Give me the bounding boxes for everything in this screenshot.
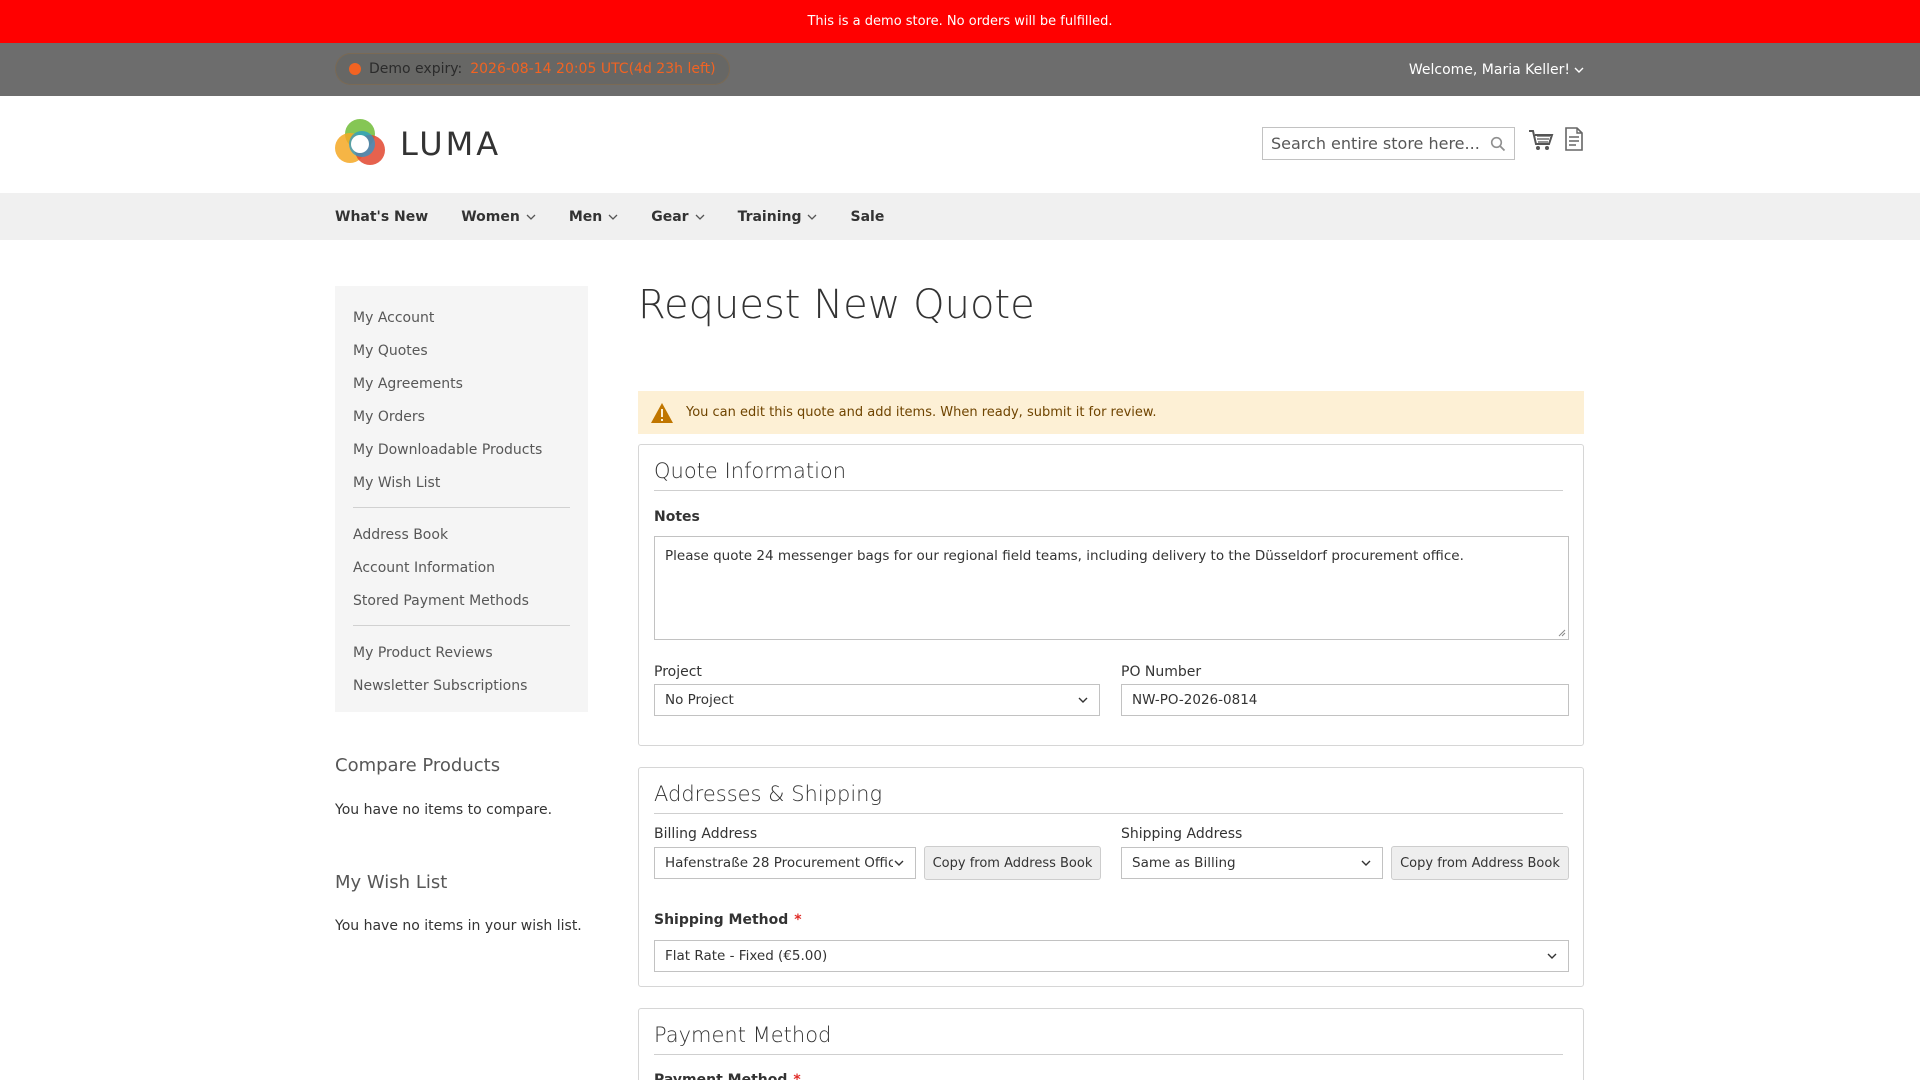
nav-item-training[interactable]: Training [738,209,818,225]
billing-address-select[interactable]: Hafenstraße 28 Procurement Office [654,847,916,879]
chevron-down-icon [1361,860,1371,866]
search-placeholder: Search entire store here... [1271,134,1480,153]
billing-address-label: Billing Address [654,826,758,842]
required-indicator: * [794,912,802,928]
site-header: LUMA Search entire store here... [0,96,1920,193]
section-divider [654,813,1563,814]
sidebar-item-my-agreements[interactable]: My Agreements [335,367,588,400]
search-icon[interactable] [1490,136,1506,152]
shipping-copy-from-address-book-button[interactable]: Copy from Address Book [1391,846,1569,880]
payment-method-label: Payment Method * [654,1072,801,1080]
chevron-down-icon [808,214,817,220]
shipping-address-label: Shipping Address [1121,826,1243,842]
welcome-text: Welcome, Maria Keller! [1408,61,1570,78]
required-indicator: * [793,1072,801,1080]
section-title: Addresses & Shipping [654,782,883,806]
chevron-down-icon [608,214,618,220]
quote-information-section: Quote Information Notes Please quote 24 … [638,444,1584,746]
nav-label: Men [568,208,603,225]
section-title: Payment Method [654,1023,832,1047]
chevron-down-icon [1574,67,1584,73]
sidebar-item-account-information[interactable]: Account Information [335,551,588,584]
warning-message: You can edit this quote and add items. W… [638,391,1584,434]
po-number-value: NW-PO-2026-0814 [1132,692,1258,708]
shipping-method-label-text: Shipping Method [654,912,789,928]
po-number-input[interactable]: NW-PO-2026-0814 [1121,684,1569,716]
expiry-time-left: (4d 23h left) [628,61,716,77]
nav-item-sale[interactable]: Sale [850,209,884,225]
compare-products-title: Compare Products [335,755,501,776]
wish-list-empty: You have no items in your wish list. [335,918,582,934]
chevron-down-icon [526,214,536,220]
demo-expiry-badge: Demo expiry: 2026-08-14 20:05 UTC(4d 23h… [335,53,730,85]
chevron-down-icon [894,860,904,866]
nav-item-whats-new[interactable]: What's New [335,209,428,225]
sidebar-item-newsletter-subscriptions[interactable]: Newsletter Subscriptions [335,669,588,702]
nav-label: Sale [850,208,885,225]
project-select[interactable]: No Project [654,684,1100,716]
chevron-down-icon [695,214,705,220]
shipping-method-label: Shipping Method * [654,912,802,928]
section-divider [654,1054,1563,1055]
panel-header: Demo expiry: 2026-08-14 20:05 UTC(4d 23h… [0,43,1920,96]
warning-text: You can edit this quote and add items. W… [686,405,1157,420]
sidebar-item-product-reviews[interactable]: My Product Reviews [335,636,588,669]
section-title: Quote Information [654,459,847,483]
nav-item-women[interactable]: Women [461,209,536,225]
nav-label: What's New [335,208,429,225]
warning-icon [651,402,673,423]
account-sidebar: My Account My Quotes My Agreements My Or… [335,286,588,712]
sidebar-item-address-book[interactable]: Address Book [335,518,588,551]
sidebar-item-my-wish-list[interactable]: My Wish List [335,466,588,499]
luma-logo-icon [335,119,385,165]
chevron-down-icon [1547,953,1557,959]
billing-address-selected-value: Hafenstraße 28 Procurement Office [665,855,893,871]
project-selected-value: No Project [665,692,734,708]
payment-method-section: Payment Method Payment Method * [638,1008,1584,1080]
resize-handle-icon[interactable] [1558,629,1566,637]
payment-method-label-text: Payment Method [654,1072,788,1080]
nav-label: Gear [651,208,689,225]
demo-notice-text: This is a demo store. No orders will be … [807,14,1113,29]
compare-products-empty: You have no items to compare. [335,802,553,818]
shipping-address-selected-value: Same as Billing [1132,855,1236,871]
wish-list-title: My Wish List [335,872,448,893]
expiry-indicator-icon [349,63,361,75]
cart-icon[interactable] [1528,127,1554,153]
nav-label: Women [461,208,520,225]
sidebar-item-stored-payment-methods[interactable]: Stored Payment Methods [335,584,588,617]
billing-copy-from-address-book-button[interactable]: Copy from Address Book [924,846,1101,880]
nav-label: Training [737,208,802,225]
logo-text: LUMA [400,125,502,163]
notes-value: Please quote 24 messenger bags for our r… [665,548,1464,564]
nav-item-men[interactable]: Men [569,209,618,225]
expiry-date: 2026-08-14 20:05 UTC [470,61,629,77]
sidebar-item-my-orders[interactable]: My Orders [335,400,588,433]
store-logo[interactable]: LUMA [334,118,501,170]
page-title: Request New Quote [638,282,1035,328]
project-label: Project [654,664,702,680]
notes-label: Notes [654,509,700,525]
customer-menu-toggle[interactable]: Welcome, Maria Keller! [1409,43,1584,96]
chevron-down-icon [1078,697,1088,703]
main-navigation: What's New Women Men Gear Training Sale [0,193,1920,240]
section-divider [654,490,1563,491]
sidebar-item-downloadable-products[interactable]: My Downloadable Products [335,433,588,466]
shipping-method-select[interactable]: Flat Rate - Fixed (€5.00) [654,940,1569,972]
sidebar-item-my-account[interactable]: My Account [335,301,588,334]
po-number-label: PO Number [1121,664,1202,680]
quote-cart-icon[interactable] [1563,126,1585,152]
expiry-label: Demo expiry: [369,61,463,77]
nav-item-gear[interactable]: Gear [651,208,705,225]
search-input[interactable]: Search entire store here... [1262,127,1515,160]
addresses-shipping-section: Addresses & Shipping Billing Address Haf… [638,767,1584,987]
demo-store-notice: This is a demo store. No orders will be … [0,0,1920,43]
sidebar-divider [353,625,570,626]
shipping-address-select[interactable]: Same as Billing [1121,847,1383,879]
shipping-method-selected-value: Flat Rate - Fixed (€5.00) [665,948,828,964]
notes-textarea[interactable]: Please quote 24 messenger bags for our r… [654,536,1569,640]
sidebar-item-my-quotes[interactable]: My Quotes [335,334,588,367]
sidebar-divider [353,507,570,508]
